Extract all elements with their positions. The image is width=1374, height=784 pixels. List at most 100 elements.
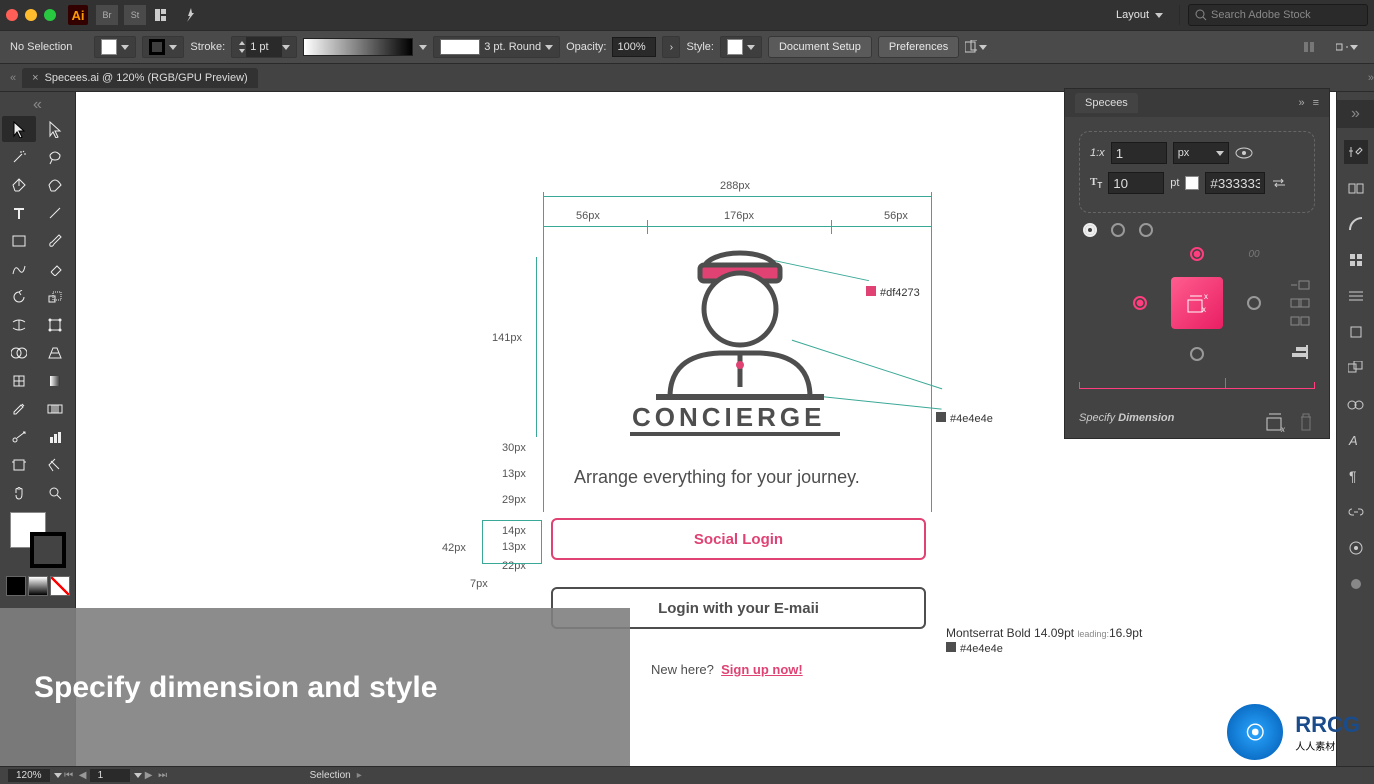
brush-preview[interactable]: [303, 38, 413, 56]
specees-panel-header[interactable]: Specees » ≡: [1065, 89, 1329, 117]
siblings-icon[interactable]: [965, 37, 987, 57]
next-artboard-button[interactable]: ▶: [142, 770, 156, 781]
panel-top-collapse[interactable]: »: [1337, 100, 1374, 128]
style-dd[interactable]: [720, 36, 762, 58]
scale-tool[interactable]: [38, 284, 72, 310]
fill-stroke-widget[interactable]: [10, 512, 66, 568]
appearance-panel-icon[interactable]: [1344, 536, 1368, 560]
align-icon[interactable]: [1298, 37, 1320, 57]
swap-icon[interactable]: [1271, 177, 1287, 189]
arrange-docs-icon[interactable]: [152, 5, 174, 25]
prev-artboard-button[interactable]: ◀: [76, 770, 90, 781]
eyedropper-tool[interactable]: [2, 396, 36, 422]
bridge-icon[interactable]: Br: [96, 5, 118, 25]
blend-tool[interactable]: [38, 396, 72, 422]
gpupreview-icon[interactable]: [180, 5, 202, 25]
option-radio-1[interactable]: [1083, 223, 1097, 237]
paragraph-panel-icon[interactable]: ¶: [1344, 464, 1368, 488]
opacity-input[interactable]: [612, 37, 656, 57]
guide-option-2[interactable]: [1289, 297, 1311, 309]
rectangle-tool[interactable]: [2, 228, 36, 254]
direct-selection-tool[interactable]: [38, 116, 72, 142]
libraries-panel-icon[interactable]: [1344, 176, 1368, 200]
perspective-tool[interactable]: [38, 340, 72, 366]
option-radio-2[interactable]: [1111, 223, 1125, 237]
symbols-panel-icon[interactable]: [1344, 320, 1368, 344]
symbol-sprayer-tool[interactable]: [2, 424, 36, 450]
fill-swatch-dd[interactable]: [94, 36, 136, 58]
close-tab-icon[interactable]: ×: [32, 72, 38, 84]
shape-builder-tool[interactable]: [2, 340, 36, 366]
lasso-tool[interactable]: [38, 144, 72, 170]
bg-swatch[interactable]: [1185, 176, 1199, 190]
color-swatch[interactable]: [6, 576, 26, 596]
scale-input[interactable]: [1111, 142, 1167, 164]
minimize-window[interactable]: [25, 9, 37, 21]
search-stock-input[interactable]: Search Adobe Stock: [1188, 4, 1368, 26]
footer-icon-trash[interactable]: [1297, 412, 1315, 432]
gradient-swatch[interactable]: [28, 576, 48, 596]
pos-left[interactable]: [1133, 296, 1147, 310]
preferences-button[interactable]: Preferences: [878, 36, 959, 58]
stroke-swatch-dd[interactable]: [142, 36, 184, 58]
snap-icon[interactable]: [1336, 37, 1358, 57]
doc-setup-button[interactable]: Document Setup: [768, 36, 872, 58]
magic-wand-tool[interactable]: [2, 144, 36, 170]
guide-option-3[interactable]: [1289, 315, 1311, 327]
fontsize-input[interactable]: [1108, 172, 1164, 194]
pos-top[interactable]: [1190, 247, 1204, 261]
swatches-panel-icon[interactable]: [1344, 248, 1368, 272]
stroke-weight-input[interactable]: [246, 37, 282, 57]
pen-tool[interactable]: [2, 172, 36, 198]
color-guide-icon[interactable]: [1344, 212, 1368, 236]
align-right-icon[interactable]: [1292, 345, 1308, 362]
type-tool[interactable]: [2, 200, 36, 226]
artboard-tool[interactable]: [2, 452, 36, 478]
tab-collapse-icon[interactable]: »: [1368, 72, 1374, 84]
paintbrush-tool[interactable]: [38, 228, 72, 254]
line-tool[interactable]: [38, 200, 72, 226]
vwp-dd[interactable]: 3 pt. Round: [433, 36, 560, 58]
none-swatch[interactable]: [50, 576, 70, 596]
selection-tool[interactable]: [2, 116, 36, 142]
character-panel-icon[interactable]: A: [1344, 428, 1368, 452]
social-login-button[interactable]: Social Login: [551, 518, 926, 560]
tab-expand-icon[interactable]: «: [10, 72, 16, 84]
option-radio-3[interactable]: [1139, 223, 1153, 237]
window-controls[interactable]: [6, 9, 56, 21]
artboard-number[interactable]: 1: [90, 769, 130, 782]
signup-link[interactable]: Sign up now!: [721, 662, 803, 677]
gradient-tool[interactable]: [38, 368, 72, 394]
opacity-more[interactable]: ›: [662, 36, 680, 58]
dimension-mode-button[interactable]: xx: [1171, 277, 1223, 329]
slice-tool[interactable]: [38, 452, 72, 478]
stroke-weight-stepper[interactable]: [231, 36, 297, 58]
width-tool[interactable]: [2, 312, 36, 338]
unit-dropdown[interactable]: px: [1173, 142, 1229, 164]
zoom-display[interactable]: 120%: [8, 769, 50, 782]
panel-menu-icon[interactable]: ≡: [1313, 97, 1319, 109]
graphic-styles-panel-icon[interactable]: [1344, 572, 1368, 596]
curvature-tool[interactable]: [38, 172, 72, 198]
specees-tab[interactable]: Specees: [1075, 93, 1138, 113]
last-artboard-button[interactable]: ⏭: [156, 770, 170, 781]
pos-bottom[interactable]: [1190, 347, 1204, 361]
zoom-window[interactable]: [44, 9, 56, 21]
brushes-panel-icon[interactable]: [1344, 284, 1368, 308]
column-graph-tool[interactable]: [38, 424, 72, 450]
close-window[interactable]: [6, 9, 18, 21]
eye-icon[interactable]: [1235, 147, 1253, 159]
status-more-icon[interactable]: ▸: [357, 770, 362, 781]
eraser-tool[interactable]: [38, 256, 72, 282]
rotate-tool[interactable]: [2, 284, 36, 310]
colorhex-input[interactable]: [1205, 172, 1265, 194]
collapse-panel-icon[interactable]: »: [1298, 97, 1304, 109]
guide-option-1[interactable]: [1289, 279, 1311, 291]
align-panel-icon[interactable]: [1344, 356, 1368, 380]
workspace-switcher[interactable]: Layout: [1108, 9, 1171, 21]
pos-right[interactable]: [1247, 296, 1261, 310]
document-tab[interactable]: × Specees.ai @ 120% (RGB/GPU Preview): [22, 68, 258, 88]
specees-panel[interactable]: Specees » ≡ 1:x px TT pt: [1064, 88, 1330, 439]
zoom-tool[interactable]: [38, 480, 72, 506]
hand-tool[interactable]: [2, 480, 36, 506]
